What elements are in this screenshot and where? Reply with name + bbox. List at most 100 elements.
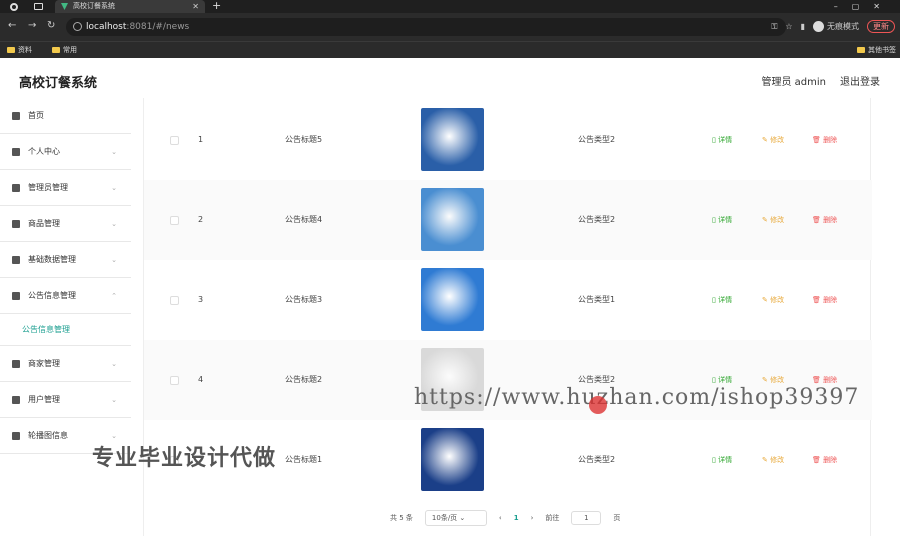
delete-button[interactable]: 🗑 删除 [812, 180, 837, 260]
new-tab-icon[interactable]: + [212, 0, 221, 12]
row-thumbnail [421, 428, 484, 491]
edit-button[interactable]: ✎ 修改 [762, 260, 784, 340]
sidebar-item-notices[interactable]: 公告信息管理 ⌃ [0, 278, 131, 314]
folder-icon [7, 47, 15, 53]
sidebar-subitem-notices[interactable]: 公告信息管理 [0, 314, 131, 346]
update-button[interactable]: 更新 [867, 20, 895, 33]
sidebar-item-merchants[interactable]: 商家管理 ⌄ [0, 346, 131, 382]
promo-watermark: 专业毕业设计代做 [92, 446, 277, 471]
table-row: 3 公告标题3 公告类型1 ▯ 详情 ✎ 修改 🗑 删除 [144, 260, 872, 340]
incognito-label: 无痕模式 [827, 22, 859, 31]
page-size-value: 10条/页 [431, 514, 458, 522]
chevron-down-icon: ⌄ [111, 360, 117, 368]
incognito-indicator[interactable]: 无痕模式 [813, 21, 859, 32]
bookmark-folder[interactable]: 资料 [7, 45, 32, 55]
vue-logo-icon [61, 3, 68, 10]
sidebar-item-users[interactable]: 用户管理 ⌄ [0, 382, 131, 418]
send-icon [12, 220, 20, 228]
delete-label: 删除 [823, 136, 838, 144]
sidebar-item-admins[interactable]: 管理员管理 ⌄ [0, 170, 131, 206]
header-actions: 管理员 admin 退出登录 [761, 73, 880, 88]
back-icon[interactable]: ← [8, 20, 16, 31]
mouse-cursor [589, 396, 607, 414]
folder-icon [857, 47, 865, 53]
bookmark-label: 常用 [63, 46, 77, 54]
row-index: 2 [198, 215, 204, 224]
browser-tab-bar: 高校订餐系统 ✕ + –▢✕ [0, 0, 900, 13]
detail-button[interactable]: ▯ 详情 [712, 420, 732, 500]
row-checkbox[interactable] [170, 216, 179, 225]
row-title: 公告标题5 [285, 135, 323, 144]
delete-button[interactable]: 🗑 删除 [812, 100, 837, 180]
next-page-button[interactable]: › [531, 514, 534, 522]
sidepanel-icon[interactable]: ▮ [801, 22, 805, 31]
sidebar-item-label: 商家管理 [28, 359, 60, 368]
chevron-down-icon: ⌄ [111, 184, 117, 192]
logout-button[interactable]: 退出登录 [840, 73, 880, 88]
tab-title: 高校订餐系统 [73, 2, 115, 10]
row-index: 4 [198, 375, 204, 384]
detail-button[interactable]: ▯ 详情 [712, 180, 732, 260]
goto-page-input[interactable]: 1 [571, 511, 602, 525]
gear-icon [12, 432, 20, 440]
edit-button[interactable]: ✎ 修改 [762, 100, 784, 180]
window-controls[interactable]: –▢✕ [834, 0, 894, 13]
sidebar-item-home[interactable]: 首页 [0, 98, 131, 134]
browser-menu-icon[interactable] [10, 3, 18, 11]
bookmark-star-icon[interactable]: ☆ [785, 22, 792, 31]
delete-label: 删除 [823, 456, 838, 464]
row-thumbnail [421, 108, 484, 171]
folder-icon [52, 47, 60, 53]
detail-label: 详情 [718, 296, 733, 304]
pagination: 共 5 条 10条/页 ⌄ ‹ 1 › 前往 1 页 [390, 510, 620, 526]
sidebar-item-profile[interactable]: 个人中心 ⌄ [0, 134, 131, 170]
page-unit-label: 页 [613, 514, 621, 522]
row-checkbox[interactable] [170, 136, 179, 145]
url-path: :8081/#/news [126, 22, 190, 32]
row-checkbox[interactable] [170, 376, 179, 385]
other-bookmarks[interactable]: 其他书签 [857, 45, 896, 55]
address-bar-row: ← → ↻ localhost:8081/#/news ⚿ ☆ ▮ 无痕模式 更… [0, 13, 900, 41]
url-field[interactable]: localhost:8081/#/news [66, 18, 786, 36]
page-number[interactable]: 1 [514, 514, 519, 522]
edit-button[interactable]: ✎ 修改 [762, 180, 784, 260]
chevron-up-icon: ⌃ [111, 292, 117, 300]
delete-button[interactable]: 🗑 删除 [812, 420, 837, 500]
edit-button[interactable]: ✎ 修改 [762, 420, 784, 500]
prev-page-button[interactable]: ‹ [499, 514, 502, 522]
tab-overview-icon[interactable] [34, 3, 43, 10]
home-icon [12, 112, 20, 120]
row-index: 1 [198, 135, 204, 144]
forward-icon[interactable]: → [28, 20, 36, 31]
detail-button[interactable]: ▯ 详情 [712, 260, 732, 340]
location-icon [12, 360, 20, 368]
delete-button[interactable]: 🗑 删除 [812, 260, 837, 340]
row-title: 公告标题2 [285, 375, 323, 384]
bookmark-folder[interactable]: 常用 [52, 45, 77, 55]
sidebar-item-label: 用户管理 [28, 395, 60, 404]
reload-icon[interactable]: ↻ [47, 20, 55, 31]
key-icon[interactable]: ⚿ [771, 22, 777, 32]
phone-icon [12, 256, 20, 264]
browser-tab[interactable]: 高校订餐系统 ✕ [55, 0, 205, 13]
detail-button[interactable]: ▯ 详情 [712, 100, 732, 180]
sidebar-item-label: 基础数据管理 [28, 255, 76, 264]
bookmark-label: 其他书签 [868, 46, 896, 54]
edit-label: 修改 [770, 376, 785, 384]
url-watermark: https://www.huzhan.com/ishop39397 [414, 385, 860, 410]
sidebar-item-basedata[interactable]: 基础数据管理 ⌄ [0, 242, 131, 278]
user-label: 管理员 admin [761, 77, 826, 88]
tab-close-icon[interactable]: ✕ [192, 0, 199, 13]
page-size-select[interactable]: 10条/页 ⌄ [424, 510, 487, 526]
chevron-down-icon: ⌄ [111, 396, 117, 404]
chevron-down-icon: ⌄ [111, 148, 117, 156]
card-icon [12, 396, 20, 404]
row-title: 公告标题1 [285, 455, 323, 464]
row-checkbox[interactable] [170, 296, 179, 305]
row-type: 公告类型2 [578, 135, 616, 144]
site-info-icon[interactable] [73, 22, 82, 31]
sidebar-item-products[interactable]: 商品管理 ⌄ [0, 206, 131, 242]
delete-label: 删除 [823, 376, 838, 384]
bookmark-label: 资料 [18, 46, 32, 54]
edit-label: 修改 [770, 136, 785, 144]
